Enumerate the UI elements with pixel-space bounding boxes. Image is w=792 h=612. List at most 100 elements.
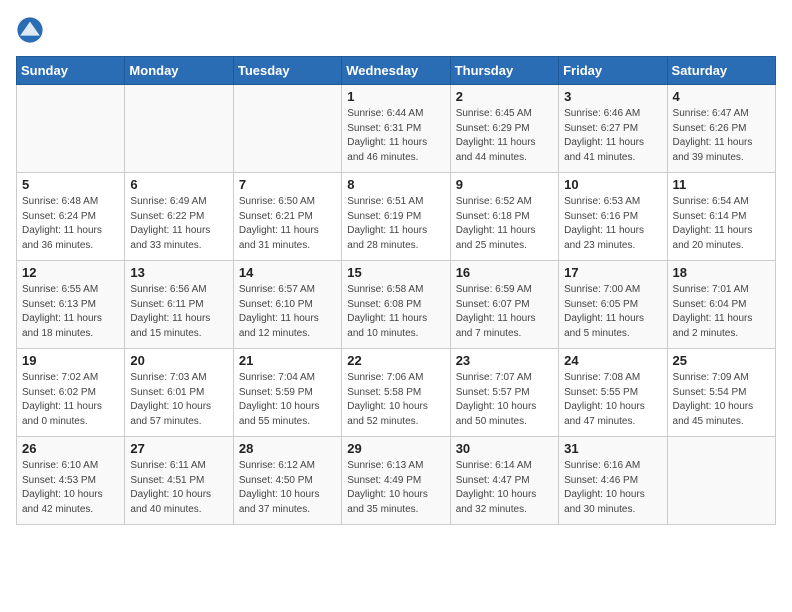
- day-info: Sunrise: 6:56 AM Sunset: 6:11 PM Dayligh…: [130, 283, 227, 341]
- day-number: 5: [22, 177, 119, 192]
- day-info: Sunrise: 6:53 AM Sunset: 6:16 PM Dayligh…: [564, 195, 661, 253]
- day-number: 28: [239, 441, 336, 456]
- week-row-1: 1 Sunrise: 6:44 AM Sunset: 6:31 PM Daylig…: [17, 85, 776, 173]
- day-info: Sunrise: 7:08 AM Sunset: 5:55 PM Dayligh…: [564, 371, 661, 429]
- weekday-header-wednesday: Wednesday: [342, 57, 450, 85]
- calendar-cell: 2 Sunrise: 6:45 AM Sunset: 6:29 PM Daylig…: [450, 85, 558, 173]
- day-number: 13: [130, 265, 227, 280]
- calendar-cell: 28Sunrise: 6:12 AM Sunset: 4:50 PM Dayli…: [233, 437, 341, 525]
- day-info: Sunrise: 6:52 AM Sunset: 6:18 PM Dayligh…: [456, 195, 553, 253]
- calendar-cell: 7Sunrise: 6:50 AM Sunset: 6:21 PM Daylig…: [233, 173, 341, 261]
- day-info: Sunrise: 6:10 AM Sunset: 4:53 PM Dayligh…: [22, 459, 119, 517]
- day-info: Sunrise: 7:03 AM Sunset: 6:01 PM Dayligh…: [130, 371, 227, 429]
- calendar-cell: 9 Sunrise: 6:52 AM Sunset: 6:18 PM Daylig…: [450, 173, 558, 261]
- day-number: 14: [239, 265, 336, 280]
- day-info: Sunrise: 7:02 AM Sunset: 6:02 PM Dayligh…: [22, 371, 119, 429]
- day-number: 2: [456, 89, 553, 104]
- day-info: Sunrise: 6:51 AM Sunset: 6:19 PM Dayligh…: [347, 195, 444, 253]
- calendar-cell: 10 Sunrise: 6:53 AM Sunset: 6:16 PM Dayli…: [559, 173, 667, 261]
- day-info: Sunrise: 6:59 AM Sunset: 6:07 PM Dayligh…: [456, 283, 553, 341]
- week-row-5: 26 Sunrise: 6:10 AM Sunset: 4:53 PM Dayli…: [17, 437, 776, 525]
- calendar-cell: 21Sunrise: 7:04 AM Sunset: 5:59 PM Dayli…: [233, 349, 341, 437]
- day-info: Sunrise: 6:13 AM Sunset: 4:49 PM Dayligh…: [347, 459, 444, 517]
- day-number: 26: [22, 441, 119, 456]
- day-info: Sunrise: 6:55 AM Sunset: 6:13 PM Dayligh…: [22, 283, 119, 341]
- week-row-2: 5 Sunrise: 6:48 AM Sunset: 6:24 PM Daylig…: [17, 173, 776, 261]
- calendar-cell: 19 Sunrise: 7:02 AM Sunset: 6:02 PM Dayli…: [17, 349, 125, 437]
- calendar-cell: 25 Sunrise: 7:09 AM Sunset: 5:54 PM Dayli…: [667, 349, 775, 437]
- day-info: Sunrise: 6:44 AM Sunset: 6:31 PM Dayligh…: [347, 107, 444, 165]
- day-info: Sunrise: 7:09 AM Sunset: 5:54 PM Dayligh…: [673, 371, 770, 429]
- weekday-header-thursday: Thursday: [450, 57, 558, 85]
- day-info: Sunrise: 6:49 AM Sunset: 6:22 PM Dayligh…: [130, 195, 227, 253]
- day-info: Sunrise: 6:46 AM Sunset: 6:27 PM Dayligh…: [564, 107, 661, 165]
- day-number: 25: [673, 353, 770, 368]
- day-number: 29: [347, 441, 444, 456]
- page-header: [16, 16, 776, 44]
- calendar-cell: 24Sunrise: 7:08 AM Sunset: 5:55 PM Dayli…: [559, 349, 667, 437]
- calendar-cell: 5 Sunrise: 6:48 AM Sunset: 6:24 PM Daylig…: [17, 173, 125, 261]
- calendar-cell: 18Sunrise: 7:01 AM Sunset: 6:04 PM Dayli…: [667, 261, 775, 349]
- calendar-cell: 31 Sunrise: 6:16 AM Sunset: 4:46 PM Dayli…: [559, 437, 667, 525]
- day-info: Sunrise: 6:47 AM Sunset: 6:26 PM Dayligh…: [673, 107, 770, 165]
- calendar-cell: 12 Sunrise: 6:55 AM Sunset: 6:13 PM Dayli…: [17, 261, 125, 349]
- weekday-header-tuesday: Tuesday: [233, 57, 341, 85]
- logo: [16, 16, 48, 44]
- calendar-cell: [233, 85, 341, 173]
- calendar-cell: 17 Sunrise: 7:00 AM Sunset: 6:05 PM Dayli…: [559, 261, 667, 349]
- calendar-cell: 23 Sunrise: 7:07 AM Sunset: 5:57 PM Dayli…: [450, 349, 558, 437]
- day-number: 16: [456, 265, 553, 280]
- calendar-cell: [125, 85, 233, 173]
- day-number: 12: [22, 265, 119, 280]
- day-info: Sunrise: 6:45 AM Sunset: 6:29 PM Dayligh…: [456, 107, 553, 165]
- day-info: Sunrise: 6:48 AM Sunset: 6:24 PM Dayligh…: [22, 195, 119, 253]
- day-number: 22: [347, 353, 444, 368]
- calendar-table: SundayMondayTuesdayWednesdayThursdayFrid…: [16, 56, 776, 525]
- calendar-cell: 15Sunrise: 6:58 AM Sunset: 6:08 PM Dayli…: [342, 261, 450, 349]
- calendar-cell: 4 Sunrise: 6:47 AM Sunset: 6:26 PM Daylig…: [667, 85, 775, 173]
- calendar-cell: 14 Sunrise: 6:57 AM Sunset: 6:10 PM Dayli…: [233, 261, 341, 349]
- weekday-header-friday: Friday: [559, 57, 667, 85]
- day-number: 4: [673, 89, 770, 104]
- calendar-cell: 22 Sunrise: 7:06 AM Sunset: 5:58 PM Dayli…: [342, 349, 450, 437]
- day-number: 8: [347, 177, 444, 192]
- calendar-cell: 3 Sunrise: 6:46 AM Sunset: 6:27 PM Daylig…: [559, 85, 667, 173]
- day-number: 11: [673, 177, 770, 192]
- day-number: 3: [564, 89, 661, 104]
- day-info: Sunrise: 7:07 AM Sunset: 5:57 PM Dayligh…: [456, 371, 553, 429]
- weekday-header-row: SundayMondayTuesdayWednesdayThursdayFrid…: [17, 57, 776, 85]
- calendar-cell: 27 Sunrise: 6:11 AM Sunset: 4:51 PM Dayli…: [125, 437, 233, 525]
- day-info: Sunrise: 7:04 AM Sunset: 5:59 PM Dayligh…: [239, 371, 336, 429]
- day-info: Sunrise: 7:01 AM Sunset: 6:04 PM Dayligh…: [673, 283, 770, 341]
- day-info: Sunrise: 6:54 AM Sunset: 6:14 PM Dayligh…: [673, 195, 770, 253]
- calendar-cell: [17, 85, 125, 173]
- day-info: Sunrise: 6:16 AM Sunset: 4:46 PM Dayligh…: [564, 459, 661, 517]
- week-row-4: 19 Sunrise: 7:02 AM Sunset: 6:02 PM Dayli…: [17, 349, 776, 437]
- calendar-cell: 6 Sunrise: 6:49 AM Sunset: 6:22 PM Daylig…: [125, 173, 233, 261]
- day-info: Sunrise: 7:06 AM Sunset: 5:58 PM Dayligh…: [347, 371, 444, 429]
- calendar-cell: 20Sunrise: 7:03 AM Sunset: 6:01 PM Dayli…: [125, 349, 233, 437]
- day-number: 27: [130, 441, 227, 456]
- calendar-cell: 8 Sunrise: 6:51 AM Sunset: 6:19 PM Daylig…: [342, 173, 450, 261]
- day-number: 6: [130, 177, 227, 192]
- day-number: 15: [347, 265, 444, 280]
- calendar-cell: 13 Sunrise: 6:56 AM Sunset: 6:11 PM Dayli…: [125, 261, 233, 349]
- day-info: Sunrise: 6:50 AM Sunset: 6:21 PM Dayligh…: [239, 195, 336, 253]
- day-number: 31: [564, 441, 661, 456]
- calendar-cell: [667, 437, 775, 525]
- day-number: 10: [564, 177, 661, 192]
- weekday-header-monday: Monday: [125, 57, 233, 85]
- day-number: 19: [22, 353, 119, 368]
- day-number: 9: [456, 177, 553, 192]
- day-number: 1: [347, 89, 444, 104]
- logo-icon: [16, 16, 44, 44]
- week-row-3: 12 Sunrise: 6:55 AM Sunset: 6:13 PM Dayli…: [17, 261, 776, 349]
- calendar-cell: 11 Sunrise: 6:54 AM Sunset: 6:14 PM Dayli…: [667, 173, 775, 261]
- day-info: Sunrise: 6:14 AM Sunset: 4:47 PM Dayligh…: [456, 459, 553, 517]
- day-info: Sunrise: 6:57 AM Sunset: 6:10 PM Dayligh…: [239, 283, 336, 341]
- calendar-cell: 30Sunrise: 6:14 AM Sunset: 4:47 PM Dayli…: [450, 437, 558, 525]
- day-number: 17: [564, 265, 661, 280]
- day-info: Sunrise: 6:11 AM Sunset: 4:51 PM Dayligh…: [130, 459, 227, 517]
- day-info: Sunrise: 7:00 AM Sunset: 6:05 PM Dayligh…: [564, 283, 661, 341]
- day-number: 23: [456, 353, 553, 368]
